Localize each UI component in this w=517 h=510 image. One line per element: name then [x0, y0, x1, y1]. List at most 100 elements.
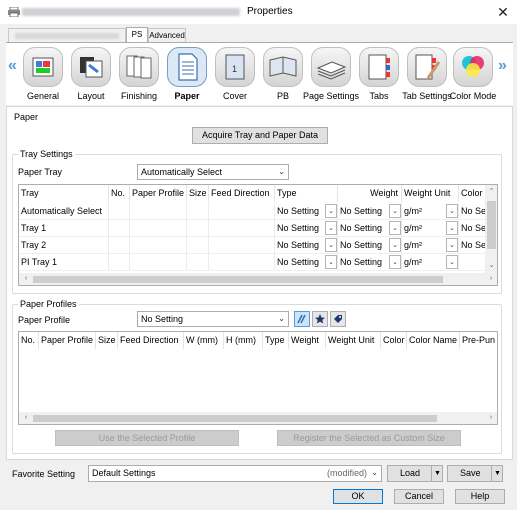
scroll-left-arrow-icon[interactable]: ‹ [19, 275, 33, 282]
tabs-icon [359, 47, 399, 87]
profile-column-header[interactable]: Color Name [407, 332, 460, 349]
use-selected-profile-button[interactable]: Use the Selected Profile [55, 430, 239, 446]
tray-cell-feed [209, 203, 275, 220]
favorite-setting-label: Favorite Setting [12, 469, 76, 479]
toolbar-paper[interactable]: Paper [164, 46, 210, 104]
profile-column-header[interactable]: H (mm) [224, 332, 263, 349]
profile-column-header[interactable]: Type [263, 332, 289, 349]
scroll-left-arrow-icon[interactable]: ‹ [19, 414, 33, 421]
chevron-down-icon[interactable]: ⌄ [325, 221, 337, 235]
profile-column-header[interactable]: Feed Direction [118, 332, 184, 349]
chevron-down-icon[interactable]: ⌄ [389, 238, 401, 252]
tray-column-header[interactable]: Size [187, 185, 209, 202]
layout-icon [71, 47, 111, 87]
profile-filter-icon[interactable] [294, 311, 310, 327]
chevron-down-icon[interactable]: ⌄ [446, 204, 458, 218]
chevron-down-icon[interactable]: ⌄ [325, 238, 337, 252]
page-settings-icon [311, 47, 351, 87]
profile-column-header[interactable]: Size [96, 332, 118, 349]
chevron-down-icon[interactable]: ⌄ [325, 204, 337, 218]
toolbar-color-mode[interactable]: Color Mode [450, 46, 496, 104]
chevron-down-icon[interactable]: ⌄ [389, 221, 401, 235]
chevron-down-icon[interactable]: ⌄ [325, 255, 337, 269]
tray-column-header[interactable]: Tray [19, 185, 109, 202]
profile-column-header[interactable]: Color [381, 332, 407, 349]
tag-icon[interactable] [330, 311, 346, 327]
chevron-down-icon: ⌄ [278, 167, 285, 176]
paper-tray-select[interactable]: Automatically Select ⌄ [137, 164, 289, 180]
tray-cell-no [109, 254, 130, 271]
load-dropdown-icon[interactable]: ▼ [431, 466, 443, 481]
tray-cell-feed [209, 237, 275, 254]
paper-profiles-label: Paper Profiles [18, 299, 79, 309]
tray-column-header[interactable]: Weight Unit [402, 185, 459, 202]
chevron-down-icon: ⌄ [278, 314, 285, 323]
tray-vscrollbar[interactable]: ⌃ ⌄ [485, 185, 497, 273]
favorite-setting-select[interactable]: Default Settings (modified) ⌄ [88, 465, 382, 482]
tray-column-header[interactable]: Feed Direction [209, 185, 275, 202]
profile-column-header[interactable]: Paper Profile [39, 332, 96, 349]
chevron-down-icon: ⌄ [371, 468, 378, 477]
paper-icon [167, 47, 207, 87]
profile-column-header[interactable]: Weight [289, 332, 326, 349]
profiles-hscrollbar[interactable]: ‹ › [19, 412, 497, 424]
paper-profile-label: Paper Profile [18, 315, 71, 325]
paper-group-label: Paper [12, 112, 41, 122]
scroll-right-arrow-icon[interactable]: › [484, 414, 497, 421]
chevron-down-icon[interactable]: ⌄ [389, 255, 401, 269]
tray-hscrollbar[interactable]: ‹ › [19, 273, 497, 285]
tab-advanced[interactable]: Advanced [148, 28, 186, 42]
chevron-down-icon[interactable]: ⌄ [389, 204, 401, 218]
chevron-down-icon[interactable]: ⌄ [446, 255, 458, 269]
scroll-down-icon[interactable]: ⌄ [485, 261, 497, 269]
tray-column-header[interactable]: Type [275, 185, 338, 202]
profile-column-header[interactable]: No. [19, 332, 39, 349]
register-custom-size-button[interactable]: Register the Selected as Custom Size [277, 430, 461, 446]
cover-icon: 1 [215, 47, 255, 87]
toolbar-general[interactable]: General [20, 46, 66, 104]
redacted-printer-name [22, 8, 240, 16]
toolbar-page-settings[interactable]: Page Settings [303, 46, 359, 104]
toolbar-pb[interactable]: PB [260, 46, 306, 104]
tab-ps[interactable]: PS [126, 27, 148, 42]
tab-printer-name[interactable] [8, 28, 126, 42]
acquire-tray-button[interactable]: Acquire Tray and Paper Data [192, 127, 328, 144]
toolbar-finishing[interactable]: Finishing [116, 46, 162, 104]
cancel-button[interactable]: Cancel [394, 489, 444, 504]
scroll-thumb[interactable] [33, 276, 443, 283]
favorite-star-icon[interactable] [312, 311, 328, 327]
tab-settings-icon [407, 47, 447, 87]
profile-column-header[interactable]: Weight Unit [326, 332, 381, 349]
profile-column-header[interactable]: Pre-Pun [460, 332, 497, 349]
scroll-right-arrow-icon[interactable]: › [484, 275, 497, 282]
tray-column-header[interactable]: Paper Profile [130, 185, 187, 202]
ok-button[interactable]: OK [333, 489, 383, 504]
toolbar-tabs[interactable]: Tabs [356, 46, 402, 104]
tray-cell-no [109, 203, 130, 220]
save-button-label: Save [460, 468, 481, 478]
modified-indicator: (modified) [326, 468, 367, 478]
tab-strip: PS Advanced [6, 27, 513, 42]
tray-cell-feed [209, 220, 275, 237]
paper-profile-select[interactable]: No Setting ⌄ [137, 311, 289, 327]
toolbar-layout[interactable]: Layout [68, 46, 114, 104]
save-button[interactable]: Save ▼ [447, 465, 503, 482]
scroll-right-icon[interactable]: » [498, 57, 507, 75]
color-mode-icon [453, 47, 493, 87]
tray-column-header[interactable]: No. [109, 185, 130, 202]
profile-column-header[interactable]: W (mm) [184, 332, 224, 349]
close-icon[interactable]: ✕ [494, 3, 512, 21]
tray-column-header[interactable]: Weight [338, 185, 402, 202]
chevron-down-icon[interactable]: ⌄ [446, 221, 458, 235]
load-button[interactable]: Load ▼ [387, 465, 443, 482]
scroll-thumb[interactable] [487, 201, 496, 249]
chevron-down-icon[interactable]: ⌄ [446, 238, 458, 252]
scroll-up-icon[interactable]: ⌃ [485, 187, 497, 195]
toolbar-cover[interactable]: 1 Cover [212, 46, 258, 104]
scroll-left-icon[interactable]: « [8, 57, 17, 75]
paper-tray-label: Paper Tray [18, 167, 63, 177]
title-bar: Properties ✕ [0, 0, 517, 24]
help-button[interactable]: Help [455, 489, 505, 504]
scroll-thumb[interactable] [33, 415, 437, 422]
save-dropdown-icon[interactable]: ▼ [491, 466, 503, 481]
